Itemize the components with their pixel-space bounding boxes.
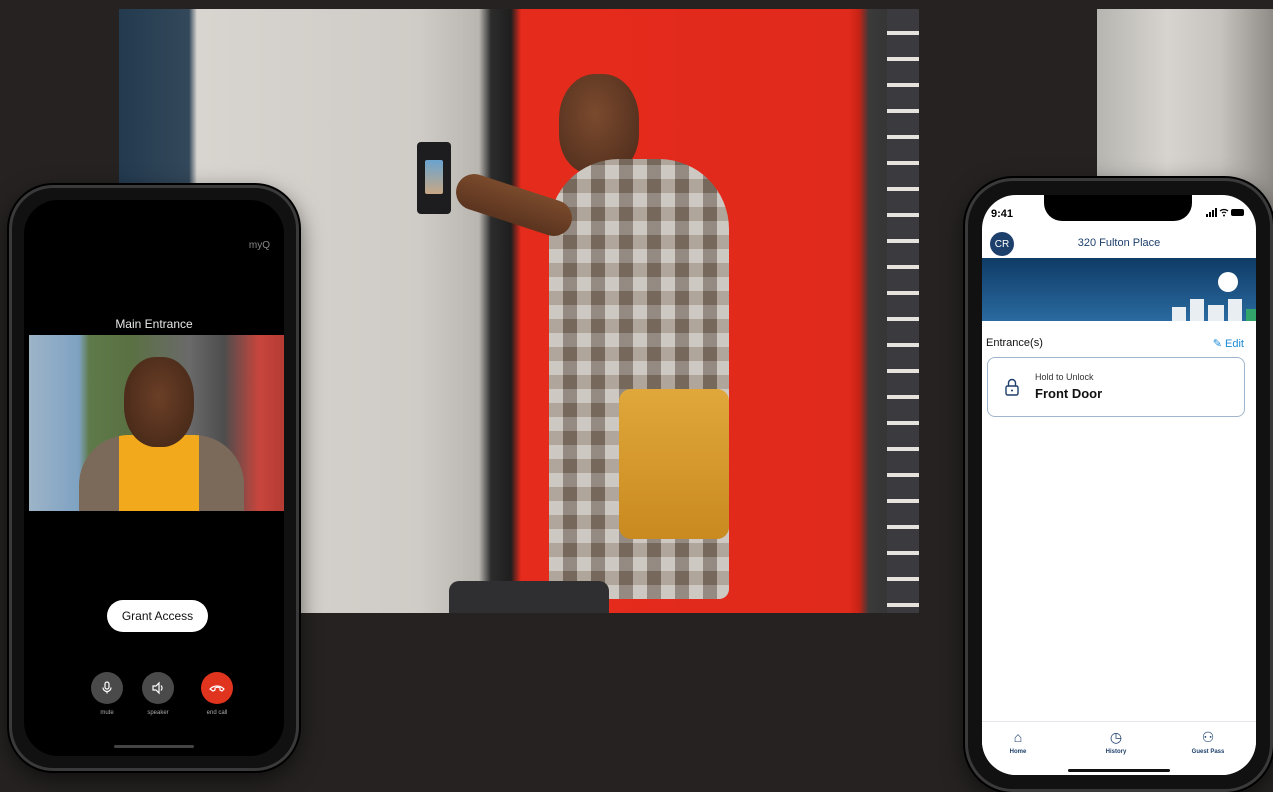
microphone-icon[interactable] (91, 672, 123, 704)
tab-history[interactable]: ◷ History (1086, 728, 1146, 755)
battery-icon (1231, 209, 1244, 216)
building-shape (1228, 299, 1242, 321)
video-feed (29, 335, 284, 511)
home-indicator (114, 745, 194, 748)
call-title: Main Entrance (115, 317, 193, 331)
call-screen: myQ Main Entrance Grant Access mute spea… (24, 200, 284, 756)
lock-icon (1005, 378, 1019, 396)
guest-pass-icon: ⚇ (1201, 729, 1215, 745)
building-shape (1208, 305, 1224, 321)
intercom-keypad (417, 142, 451, 214)
speaker-label: speaker (147, 710, 169, 716)
door-unlock-card[interactable]: Hold to Unlock Front Door (987, 357, 1245, 417)
building-shape (1172, 307, 1186, 321)
wifi-icon (1219, 208, 1229, 217)
speaker-icon[interactable] (142, 672, 174, 704)
app-screen: 9:41 CR 320 Fulton Place Entrance(s) ✎ E… (982, 195, 1256, 775)
tab-home-label: Home (1009, 749, 1027, 755)
tab-history-label: History (1105, 749, 1127, 755)
tab-guest-pass-label: Guest Pass (1191, 749, 1225, 755)
myq-logo: myQ (248, 240, 270, 251)
phone-notch (1044, 195, 1192, 221)
tool-belt (619, 389, 729, 539)
tab-bar: ⌂ Home ◷ History ⚇ Guest Pass (982, 721, 1256, 775)
tool-case (449, 581, 609, 613)
mute-label: mute (100, 710, 114, 716)
brick-wall (887, 9, 919, 613)
end-call-label: end call (206, 710, 228, 716)
pencil-icon: ✎ (1212, 338, 1222, 350)
tab-home[interactable]: ⌂ Home (988, 728, 1048, 755)
door-name: Front Door (1035, 386, 1103, 401)
keypad-screen (425, 160, 443, 194)
end-call-icon[interactable] (201, 672, 233, 704)
door-hint: Hold to Unlock (1035, 372, 1094, 382)
phone-right: 9:41 CR 320 Fulton Place Entrance(s) ✎ E… (965, 178, 1273, 792)
grant-access-button[interactable]: Grant Access (107, 600, 208, 632)
mute-control[interactable]: mute (87, 672, 127, 716)
status-icons (1206, 207, 1246, 220)
speaker-control[interactable]: speaker (138, 672, 178, 716)
tab-guest-pass[interactable]: ⚇ Guest Pass (1178, 728, 1238, 755)
video-person-face (124, 357, 194, 447)
entrances-heading: Entrance(s) (986, 337, 1043, 349)
edit-label: Edit (1225, 338, 1244, 350)
signal-icon (1206, 208, 1217, 217)
history-icon: ◷ (1109, 729, 1123, 745)
moon-icon (1218, 272, 1238, 292)
person-arm (451, 169, 577, 241)
home-indicator (1068, 769, 1170, 772)
end-call-control[interactable]: end call (197, 672, 237, 716)
city-banner (982, 258, 1256, 321)
phone-left: myQ Main Entrance Grant Access mute spea… (9, 185, 299, 771)
status-time: 9:41 (991, 208, 1014, 220)
property-name: 320 Fulton Place (1077, 237, 1161, 249)
building-shape (1246, 309, 1256, 321)
home-icon: ⌂ (1013, 729, 1023, 745)
edit-link[interactable]: ✎ Edit (1213, 337, 1244, 350)
building-shape (1190, 299, 1204, 321)
